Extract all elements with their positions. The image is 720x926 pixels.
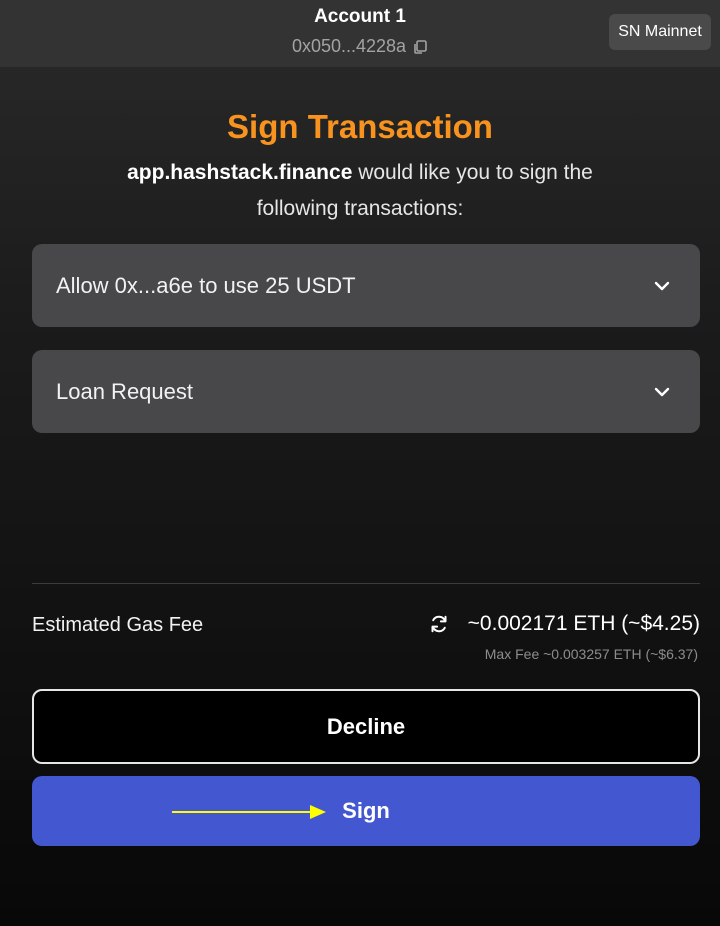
annotation-arrow-icon [172, 805, 326, 819]
page-title: Sign Transaction [227, 108, 493, 145]
chevron-down-icon [652, 382, 672, 402]
refresh-icon[interactable] [428, 613, 450, 635]
sign-request-description: app.hashstack.finance would like you to … [90, 155, 630, 227]
max-fee-value: Max Fee ~0.003257 ETH (~$6.37) [484, 646, 698, 662]
gas-fee-value: ~0.002171 ETH (~$4.25) [467, 612, 700, 635]
transaction-label: Allow 0x...a6e to use 25 USDT [56, 272, 356, 298]
sign-button[interactable]: Sign [32, 776, 700, 846]
chevron-down-icon [652, 276, 672, 296]
dapp-domain: app.hashstack.finance [127, 161, 353, 184]
account-header: Account 1 0x050...4228a SN Mainnet [0, 0, 720, 67]
copy-icon[interactable] [412, 39, 428, 55]
gas-fee-row: ~0.002171 ETH (~$4.25) [428, 612, 700, 636]
gas-fee-label: Estimated Gas Fee [32, 614, 204, 636]
transaction-item-approve[interactable]: Allow 0x...a6e to use 25 USDT [32, 244, 700, 327]
divider [32, 583, 700, 584]
network-badge[interactable]: SN Mainnet [609, 14, 711, 50]
transaction-item-loan-request[interactable]: Loan Request [32, 350, 700, 433]
decline-button[interactable]: Decline [32, 689, 700, 764]
account-address: 0x050...4228a [291, 36, 407, 56]
transaction-label: Loan Request [56, 378, 193, 404]
